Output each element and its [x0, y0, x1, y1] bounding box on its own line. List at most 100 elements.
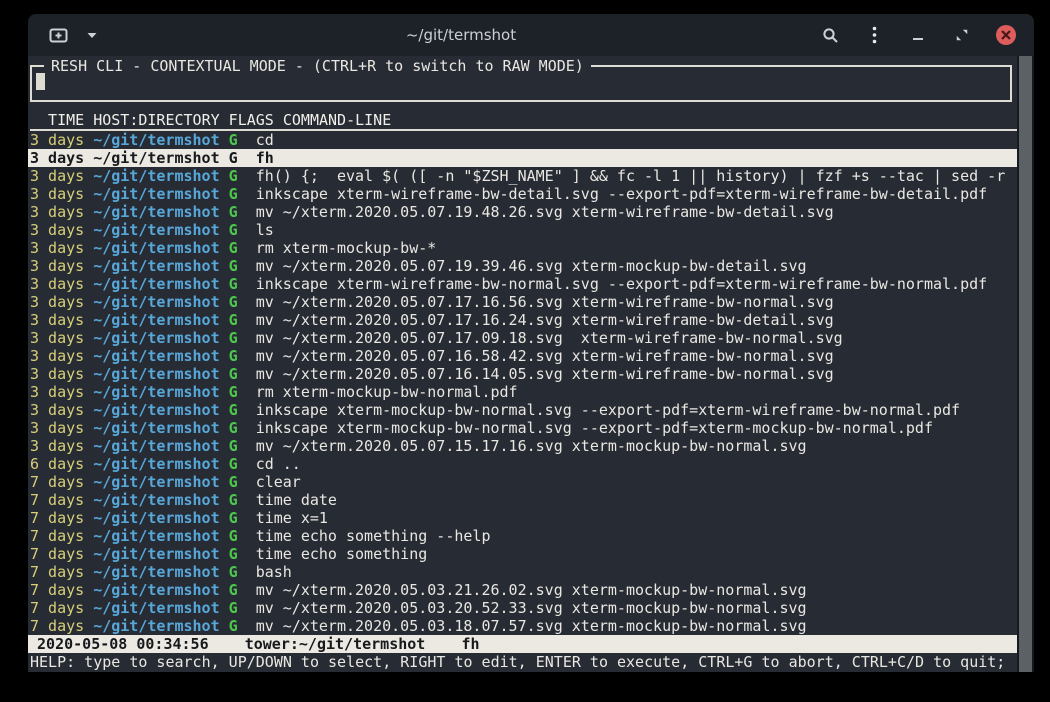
row-command: time x=1: [256, 509, 328, 527]
history-row[interactable]: 3 days~/git/termshotGrm xterm-mockup-bw-…: [28, 383, 1017, 401]
row-flags: G: [229, 545, 238, 563]
row-flags: G: [229, 221, 238, 239]
row-command: mv ~/xterm.2020.05.03.18.07.57.svg xterm…: [256, 617, 807, 635]
status-bar: 2020-05-08 00:34:56tower:~/git/termshotf…: [28, 635, 1017, 653]
help-bar: HELP: type to search, UP/DOWN to select,…: [28, 653, 1017, 671]
row-host-directory: ~/git/termshot: [93, 203, 219, 221]
close-button[interactable]: [994, 23, 1018, 47]
history-row[interactable]: 3 days~/git/termshotGmv ~/xterm.2020.05.…: [28, 347, 1017, 365]
row-host-directory: ~/git/termshot: [93, 581, 219, 599]
kebab-menu-icon: [872, 26, 877, 44]
history-row[interactable]: 3 days~/git/termshotGfh() {; eval $( ([ …: [28, 167, 1017, 185]
row-command: mv ~/xterm.2020.05.07.19.48.26.svg xterm…: [256, 203, 834, 221]
restore-button[interactable]: [950, 23, 974, 47]
history-row[interactable]: 3 days~/git/termshotGmv ~/xterm.2020.05.…: [28, 257, 1017, 275]
row-time: 3 days: [30, 149, 84, 167]
history-row[interactable]: 3 days~/git/termshotGinkscape xterm-wire…: [28, 185, 1017, 203]
row-command: mv ~/xterm.2020.05.07.16.58.42.svg xterm…: [256, 347, 834, 365]
row-host-directory: ~/git/termshot: [93, 365, 219, 383]
row-flags: G: [229, 563, 238, 581]
history-row[interactable]: 3 days~/git/termshotGls: [28, 221, 1017, 239]
row-flags: G: [229, 491, 238, 509]
history-row[interactable]: 3 days~/git/termshotGmv ~/xterm.2020.05.…: [28, 311, 1017, 329]
history-row[interactable]: 6 days~/git/termshotGcd ..: [28, 455, 1017, 473]
history-row[interactable]: 3 days~/git/termshotGrm xterm-mockup-bw-…: [28, 239, 1017, 257]
row-flags: G: [229, 581, 238, 599]
row-flags: G: [229, 203, 238, 221]
status-timestamp: 2020-05-08 00:34:56: [37, 635, 209, 653]
row-flags: G: [229, 419, 238, 437]
row-host-directory: ~/git/termshot: [93, 563, 219, 581]
row-flags: G: [229, 185, 238, 203]
row-time: 3 days: [30, 293, 84, 311]
row-host-directory: ~/git/termshot: [93, 545, 219, 563]
row-command: time date: [256, 491, 337, 509]
history-row[interactable]: 7 days~/git/termshotGmv ~/xterm.2020.05.…: [28, 617, 1017, 635]
row-time: 3 days: [30, 131, 84, 149]
row-flags: G: [229, 275, 238, 293]
row-flags: G: [229, 131, 238, 149]
chevron-down-icon: [87, 32, 97, 39]
row-command: mv ~/xterm.2020.05.07.19.39.46.svg xterm…: [256, 257, 807, 275]
row-host-directory: ~/git/termshot: [93, 455, 219, 473]
row-time: 3 days: [30, 275, 84, 293]
history-row[interactable]: 3 days~/git/termshotGfh: [28, 149, 1017, 167]
row-flags: G: [229, 473, 238, 491]
close-icon: [996, 25, 1016, 45]
titlebar-right-controls: [818, 23, 1018, 47]
row-command: mv ~/xterm.2020.05.07.16.14.05.svg xterm…: [256, 365, 834, 383]
text-cursor: [36, 73, 45, 90]
search-input[interactable]: [36, 73, 1006, 93]
row-host-directory: ~/git/termshot: [93, 401, 219, 419]
row-host-directory: ~/git/termshot: [93, 419, 219, 437]
row-time: 7 days: [30, 617, 84, 635]
search-icon: [822, 27, 839, 44]
history-row[interactable]: 7 days~/git/termshotGtime x=1: [28, 509, 1017, 527]
row-host-directory: ~/git/termshot: [93, 185, 219, 203]
menu-button[interactable]: [862, 23, 886, 47]
history-row[interactable]: 3 days~/git/termshotGcd: [28, 131, 1017, 149]
row-command: inkscape xterm-wireframe-bw-normal.svg -…: [256, 275, 988, 293]
row-time: 3 days: [30, 401, 84, 419]
history-row[interactable]: 3 days~/git/termshotGinkscape xterm-mock…: [28, 419, 1017, 437]
row-command: rm xterm-mockup-bw-normal.pdf: [256, 383, 518, 401]
scrollbar[interactable]: [1017, 56, 1034, 672]
row-command: bash: [256, 563, 292, 581]
row-time: 3 days: [30, 221, 84, 239]
row-command: cd: [256, 131, 274, 149]
new-tab-button[interactable]: [46, 23, 70, 47]
row-host-directory: ~/git/termshot: [93, 347, 219, 365]
row-flags: G: [229, 401, 238, 419]
row-host-directory: ~/git/termshot: [93, 275, 219, 293]
history-row[interactable]: 7 days~/git/termshotGbash: [28, 563, 1017, 581]
row-flags: G: [229, 383, 238, 401]
titlebar-left-controls: [46, 23, 104, 47]
history-row[interactable]: 3 days~/git/termshotGmv ~/xterm.2020.05.…: [28, 293, 1017, 311]
row-host-directory: ~/git/termshot: [93, 509, 219, 527]
history-row[interactable]: 7 days~/git/termshotGtime echo something: [28, 545, 1017, 563]
terminal-window: ~/git/termshot: [28, 14, 1034, 672]
history-row[interactable]: 3 days~/git/termshotGmv ~/xterm.2020.05.…: [28, 365, 1017, 383]
row-command: mv ~/xterm.2020.05.03.20.52.33.svg xterm…: [256, 599, 807, 617]
restore-icon: [955, 28, 969, 42]
row-host-directory: ~/git/termshot: [93, 149, 219, 167]
history-row[interactable]: 7 days~/git/termshotGmv ~/xterm.2020.05.…: [28, 599, 1017, 617]
minimize-button[interactable]: [906, 23, 930, 47]
row-host-directory: ~/git/termshot: [93, 221, 219, 239]
history-row[interactable]: 3 days~/git/termshotGmv ~/xterm.2020.05.…: [28, 203, 1017, 221]
row-host-directory: ~/git/termshot: [93, 599, 219, 617]
tab-chevron-button[interactable]: [80, 23, 104, 47]
history-row[interactable]: 7 days~/git/termshotGmv ~/xterm.2020.05.…: [28, 581, 1017, 599]
history-row[interactable]: 3 days~/git/termshotGmv ~/xterm.2020.05.…: [28, 437, 1017, 455]
history-row[interactable]: 7 days~/git/termshotGtime echo something…: [28, 527, 1017, 545]
history-row[interactable]: 3 days ~/git/termshot Ginkscape xterm-wire…: [28, 275, 1017, 293]
row-command: mv ~/xterm.2020.05.07.17.16.56.svg xterm…: [256, 293, 834, 311]
history-row[interactable]: 7 days~/git/termshotGtime date: [28, 491, 1017, 509]
history-row[interactable]: 3 days~/git/termshotGmv ~/xterm.2020.05.…: [28, 329, 1017, 347]
row-command: mv ~/xterm.2020.05.07.17.16.24.svg xterm…: [256, 311, 834, 329]
search-button[interactable]: [818, 23, 842, 47]
history-row[interactable]: 7 days~/git/termshotGclear: [28, 473, 1017, 491]
row-time: 3 days: [30, 239, 84, 257]
history-row[interactable]: 3 days~/git/termshotGinkscape xterm-mock…: [28, 401, 1017, 419]
row-time: 3 days: [30, 347, 84, 365]
